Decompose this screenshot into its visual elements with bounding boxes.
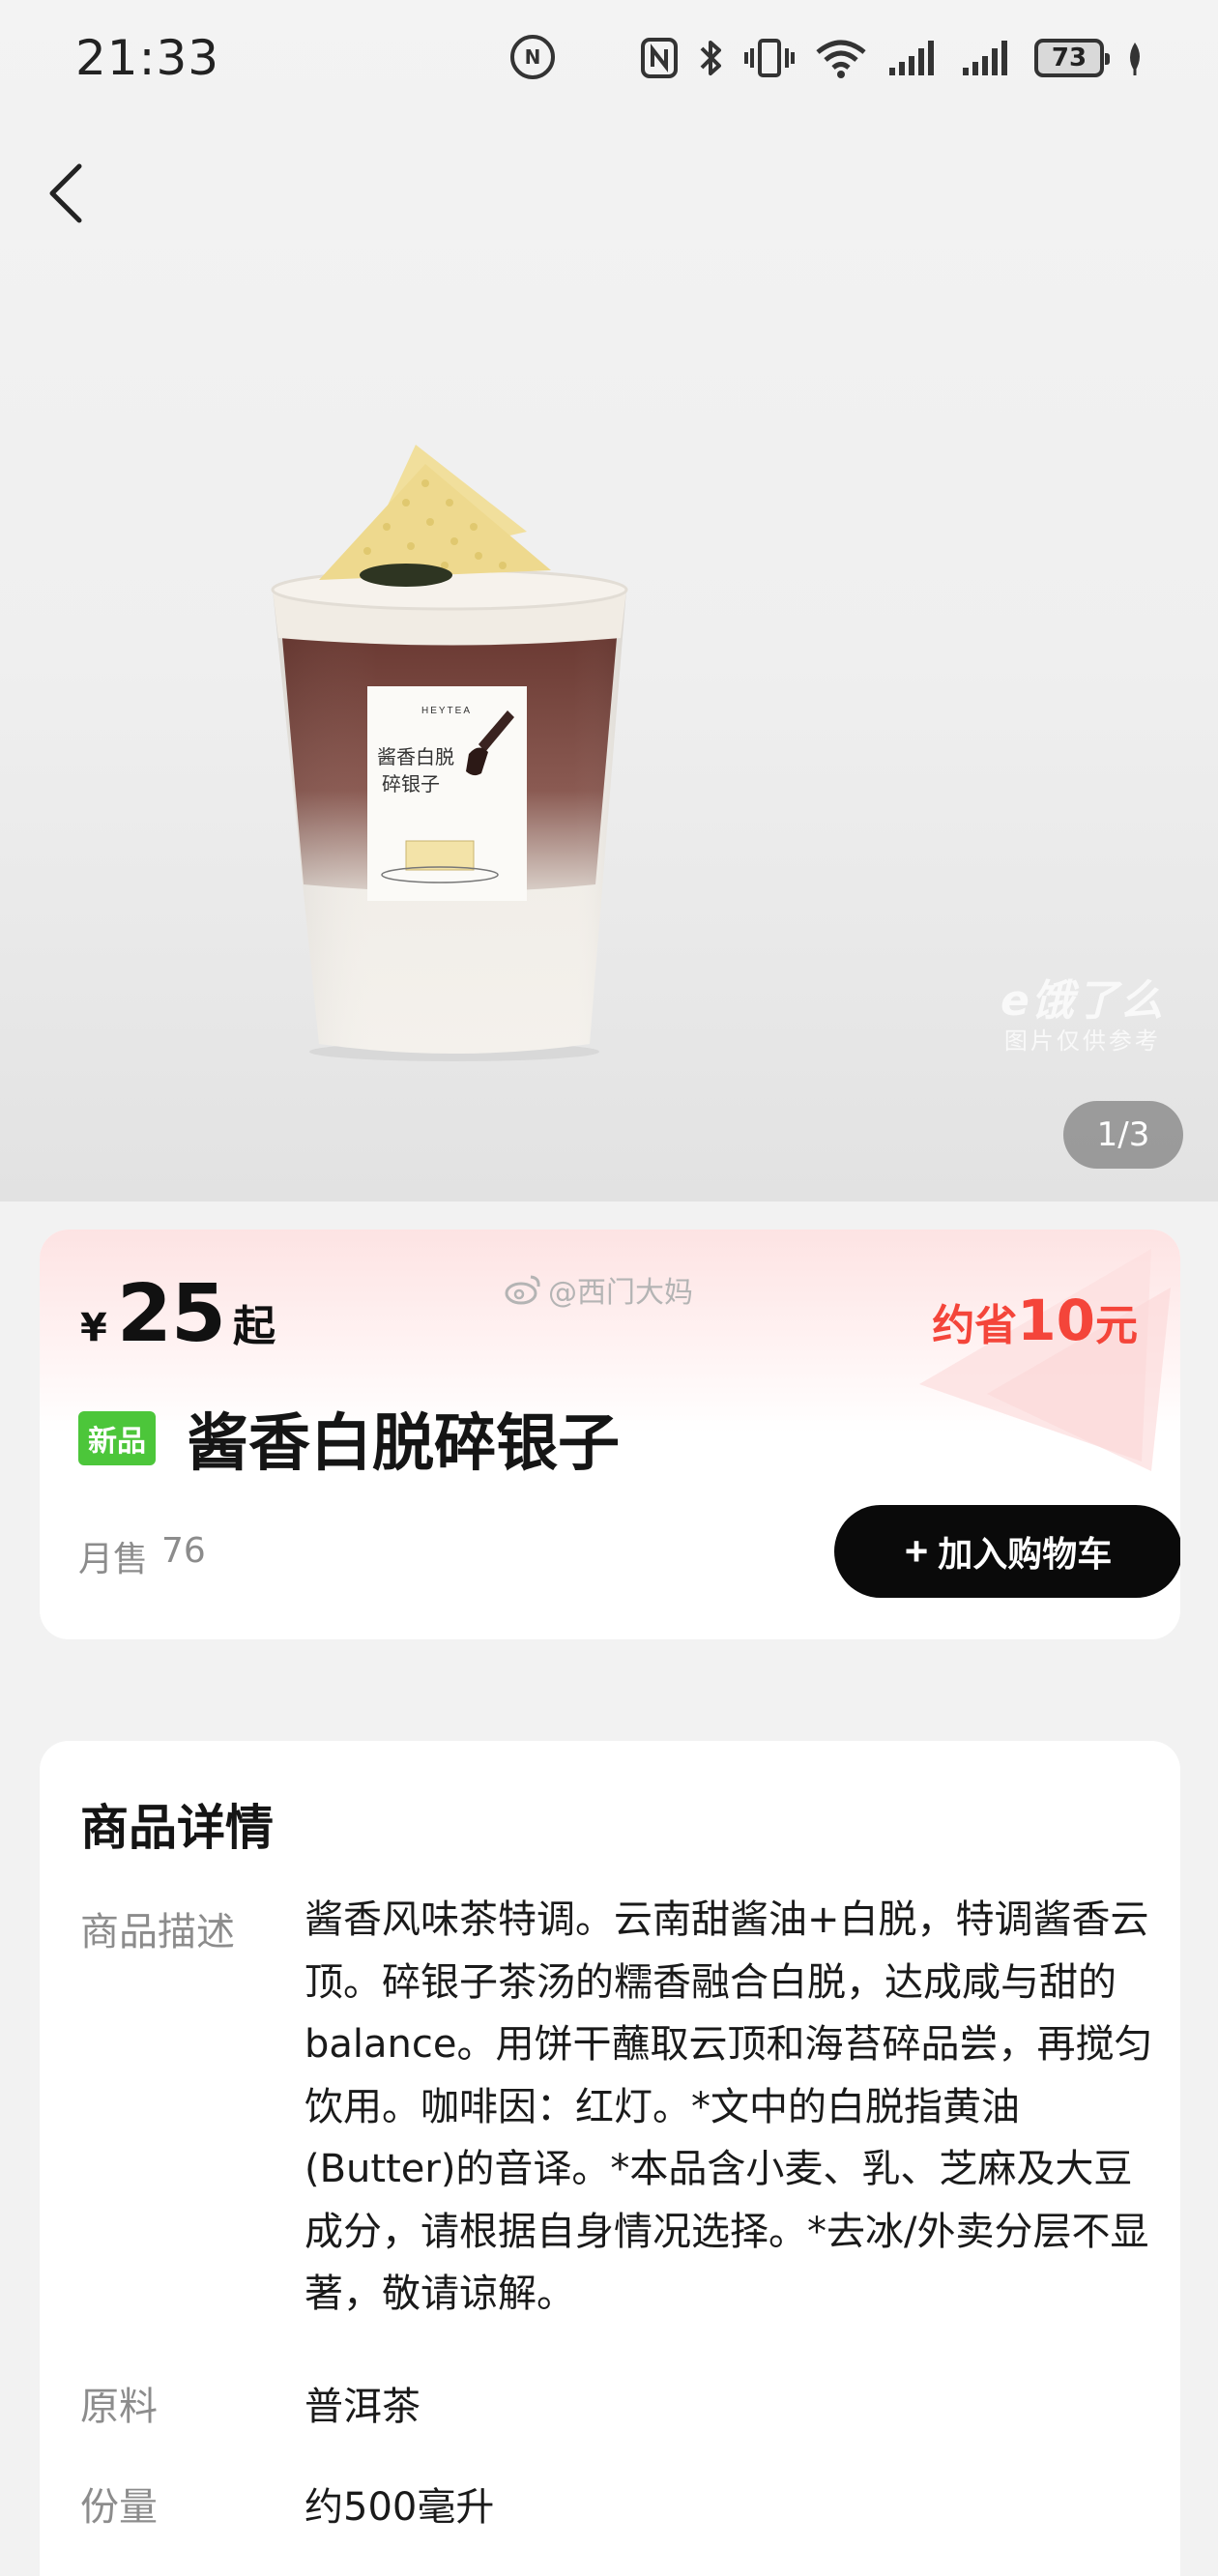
price-suffix: 起 xyxy=(232,1302,276,1351)
savings-amount: 10 xyxy=(1017,1288,1095,1353)
image-watermark-logo: e饿了么 xyxy=(1000,976,1165,1026)
details-title: 商品详情 xyxy=(80,1800,274,1856)
vibrate-icon xyxy=(744,39,795,77)
page-indicator: 1/3 xyxy=(1063,1101,1183,1169)
status-time: 21:33 xyxy=(75,30,220,86)
price-value: 25 xyxy=(116,1268,226,1360)
wifi-icon xyxy=(816,40,866,78)
monthly-sales-count: 76 xyxy=(161,1531,206,1571)
app-notification-icon: N xyxy=(510,35,555,79)
back-button[interactable] xyxy=(37,159,95,227)
add-to-cart-button[interactable]: + 加入购物车 xyxy=(834,1505,1180,1598)
battery-level: 73 xyxy=(1051,43,1088,72)
decorative-shape xyxy=(919,1249,1171,1471)
description-row: 商品描述 酱香风味茶特调。云南甜酱油+白脱，特调酱香云顶。碎银子茶汤的糯香融合白… xyxy=(80,1897,1155,2326)
bluetooth-icon xyxy=(700,41,721,75)
ingredient-row: 原料 普洱茶 xyxy=(80,2375,420,2431)
ingredient-value: 普洱茶 xyxy=(304,2385,420,2429)
nfc-icon xyxy=(641,38,678,78)
price: ¥ 25 起 xyxy=(80,1268,276,1360)
product-photo: HEYTEA 酱香白脱 碎银子 xyxy=(271,445,628,1061)
monthly-sales-label: 月售 xyxy=(78,1540,149,1579)
post-watermark: @西门大妈 xyxy=(504,1268,693,1311)
description-label: 商品描述 xyxy=(80,1910,235,1954)
monthly-sales: 月售 76 xyxy=(78,1531,206,1581)
cup-brand: HEYTEA xyxy=(421,706,472,716)
product-name-row: 新品 酱香白脱碎银子 xyxy=(78,1394,620,1483)
signal-icon xyxy=(889,41,934,75)
cup-label-line2: 碎银子 xyxy=(382,772,440,796)
ingredient-label: 原料 xyxy=(80,2385,158,2429)
price-currency: ¥ xyxy=(80,1306,107,1350)
cup-label-line1: 酱香白脱 xyxy=(377,745,454,768)
signal-icon xyxy=(963,41,1007,75)
image-watermark: e饿了么 图片仅供参考 xyxy=(1000,976,1165,1056)
status-bar: 21:33 N 73 xyxy=(0,0,1218,116)
product-name: 酱香白脱碎银子 xyxy=(187,1408,620,1480)
add-to-cart-label: 加入购物车 xyxy=(938,1534,1113,1574)
volume-label: 份量 xyxy=(80,2485,158,2530)
description-text: 酱香风味茶特调。云南甜酱油+白脱，特调酱香云顶。碎银子茶汤的糯香融合白脱，达成咸… xyxy=(304,1897,1153,2316)
volume-row: 份量 约500毫升 xyxy=(80,2475,494,2532)
savings-prefix: 约省 xyxy=(932,1301,1018,1350)
chevron-left-icon xyxy=(49,163,82,223)
new-badge: 新品 xyxy=(78,1411,156,1465)
product-image-gallery[interactable]: 21:33 N 73 HEYTEA 酱香白脱 碎银子 e饿了么 图片仅供参考 1… xyxy=(0,0,1218,1201)
savings-badge: 约省 10 元 xyxy=(932,1288,1138,1353)
product-summary-card: ¥ 25 起 @西门大妈 约省 10 元 新品 酱香白脱碎银子 月售 76 + … xyxy=(40,1230,1180,1639)
volume-value: 约500毫升 xyxy=(304,2485,495,2530)
leaf-icon xyxy=(1130,43,1140,75)
plus-icon: + xyxy=(904,1528,929,1574)
status-icons: 73 xyxy=(640,31,1145,85)
product-details-card: 商品详情 商品描述 酱香风味茶特调。云南甜酱油+白脱，特调酱香云顶。碎银子茶汤的… xyxy=(40,1741,1180,2576)
weibo-icon xyxy=(505,1275,540,1305)
post-watermark-text: @西门大妈 xyxy=(548,1276,693,1310)
image-watermark-note: 图片仅供参考 xyxy=(1003,1027,1161,1055)
battery-icon: 73 xyxy=(1034,39,1110,77)
savings-suffix: 元 xyxy=(1095,1301,1138,1350)
